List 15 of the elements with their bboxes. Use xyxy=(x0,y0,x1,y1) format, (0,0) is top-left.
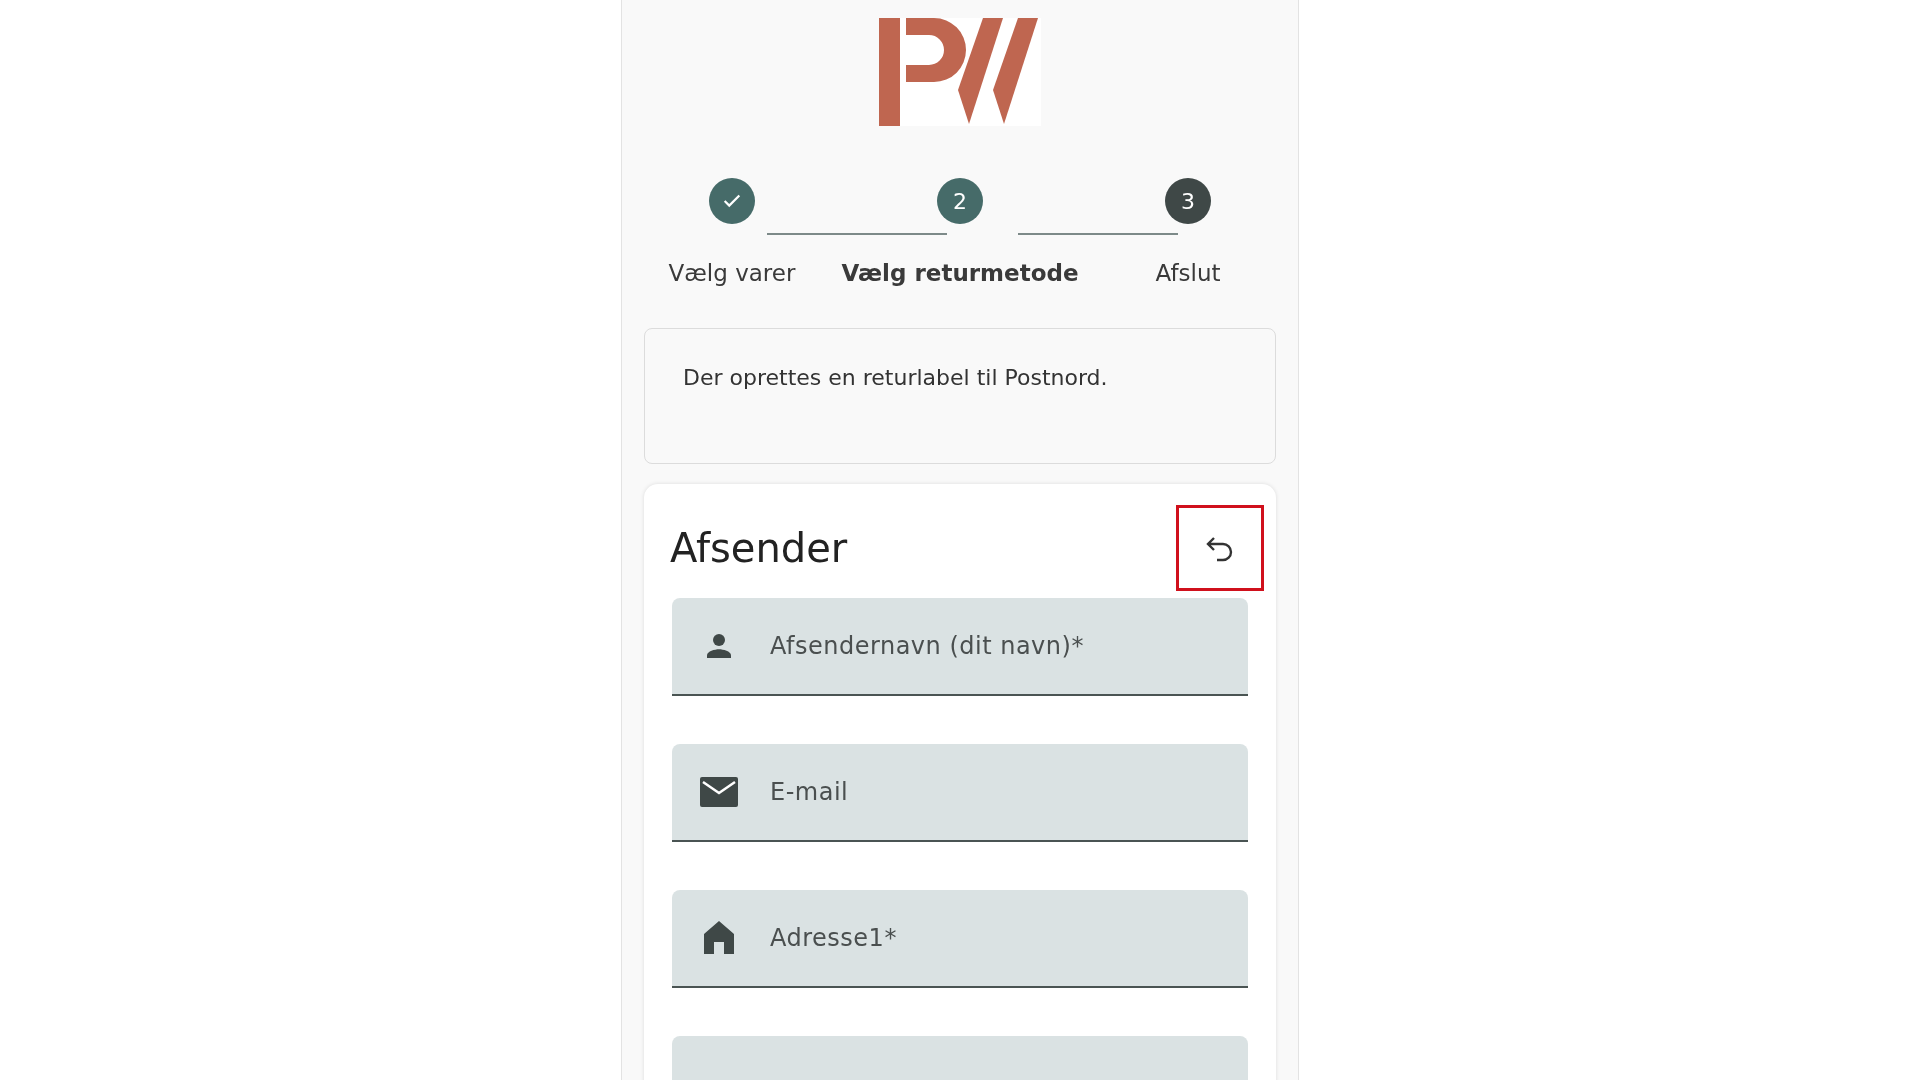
input-field[interactable]: Adresse1* xyxy=(672,890,1248,988)
input-field[interactable]: Afsendernavn (dit navn)* xyxy=(672,598,1248,696)
logo-icon xyxy=(879,18,1041,126)
section-title: Afsender xyxy=(670,525,848,571)
input-field[interactable]: E-mail xyxy=(672,744,1248,842)
undo-icon xyxy=(1205,534,1235,562)
mail-icon xyxy=(699,776,739,808)
undo-button[interactable] xyxy=(1176,505,1264,591)
home-icon xyxy=(703,920,735,956)
step-label: Vælg returmetode xyxy=(841,260,1079,286)
step-number: 3 xyxy=(1165,178,1211,224)
step-number: 2 xyxy=(937,178,983,224)
info-text: Der oprettes en returlabel til Postnord. xyxy=(683,365,1109,390)
step-label: Afslut xyxy=(1155,260,1221,286)
step-label: Vælg varer xyxy=(668,260,796,286)
